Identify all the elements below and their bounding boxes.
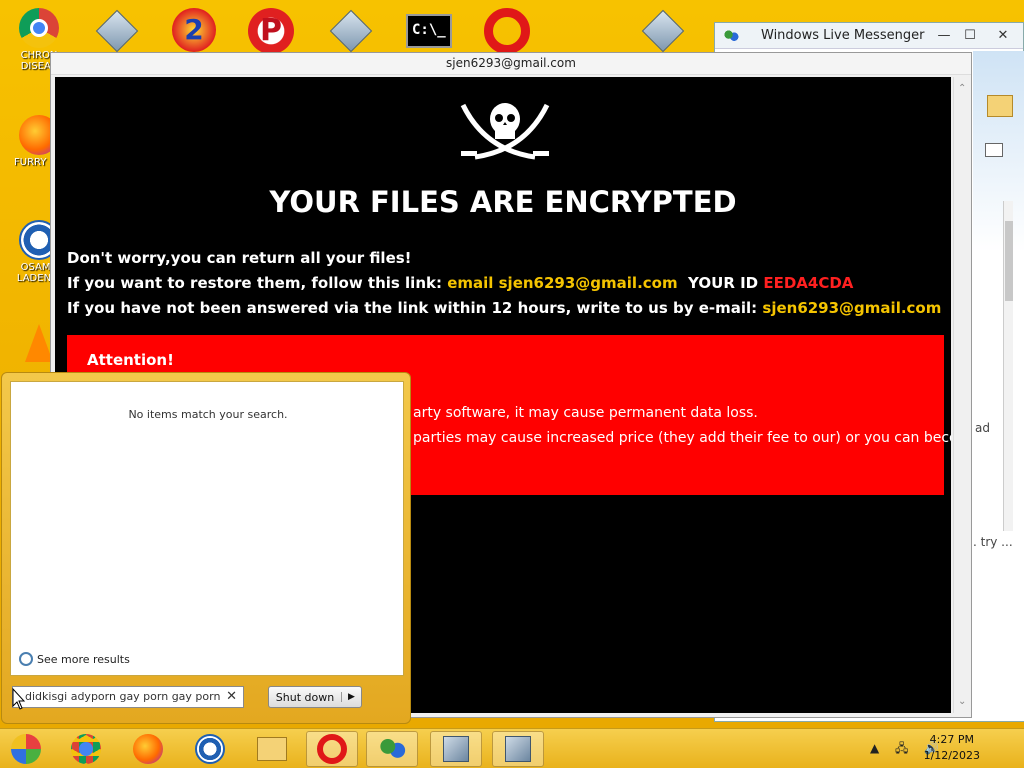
ransom-line-2-text: If you want to restore them, follow this… [67,274,448,292]
search-results-pane: No items match your search. See more res… [10,381,404,676]
see-more-label: See more results [37,652,130,666]
installer-icon [329,9,373,53]
scroll-up-icon[interactable]: ⌃ [958,83,966,94]
taskbar-messenger[interactable] [366,731,418,767]
taskbar-firefox[interactable] [122,731,174,767]
scrollbar[interactable] [1003,201,1013,531]
installer-icon [641,9,685,53]
top-icon-cmd[interactable]: C:\_ [406,8,452,54]
maximize-button[interactable]: ☐ [957,28,983,43]
taskbar-obama[interactable] [184,731,236,767]
attention-text-1: arty software, it may cause permanent da… [413,405,758,421]
ransom-headline: YOUR FILES ARE ENCRYPTED [269,185,737,219]
messenger-text-fragment: . try ... [973,535,1013,549]
taskbar-explorer[interactable] [246,731,298,767]
chrome-icon [71,734,101,764]
ransom-id-value: EEDA4CDA [763,274,854,292]
ransom-line-3: If you have not been answered via the li… [67,299,941,317]
vlc-cone-icon [25,324,53,362]
opera-icon [484,8,530,54]
messenger-title: Windows Live Messenger [761,28,925,43]
messenger-side-panel [973,51,1024,721]
messenger-text-fragment: ad [975,421,990,435]
search-input[interactable]: didkisgi adyporn gay porn gay porn ✕ [12,686,244,708]
taskbar-installer[interactable] [430,731,482,767]
top-icon-p[interactable]: P [248,8,294,54]
list-view-icon[interactable] [985,143,1003,157]
start-menu[interactable]: No items match your search. See more res… [1,372,411,724]
attention-text-2: parties may cause increased price (they … [413,430,951,446]
see-more-results-link[interactable]: See more results [19,652,130,666]
ransom-window-title: sjen6293@gmail.com [51,53,971,75]
firefox-icon [133,734,163,764]
top-icon-opera[interactable] [484,8,530,54]
shutdown-options-arrow-icon[interactable]: ▶ [341,692,361,702]
taskbar: ▲ 🖧 🔊 4:27 PM 1/12/2023 [0,728,1024,768]
no-results-text: No items match your search. [128,408,288,421]
opera-icon [317,734,347,764]
taskbar-opera[interactable] [306,731,358,767]
messenger-buddy-icon [378,736,406,762]
top-icon-installer-2[interactable] [328,8,374,54]
ransom-line-2: If you want to restore them, follow this… [67,274,853,292]
taskbar-installer-2[interactable] [492,731,544,767]
search-input-value: didkisgi adyporn gay porn gay porn [25,690,221,703]
messenger-titlebar[interactable]: Windows Live Messenger — ☐ ✕ [715,23,1023,49]
two-icon: 2 [172,8,216,52]
folder-icon [257,737,287,761]
close-button[interactable]: ✕ [983,28,1023,43]
scroll-down-icon[interactable]: ⌄ [958,696,966,707]
top-icon-two[interactable]: 2 [172,8,218,54]
ransom-scrollbar[interactable]: ⌃ ⌄ [953,77,971,713]
clock-date: 1/12/2023 [923,749,980,762]
mouse-cursor-icon [12,688,26,710]
shutdown-button[interactable]: Shut down ▶ [268,686,362,708]
start-orb-icon [11,734,41,764]
folder-icon [987,95,1013,117]
minimize-button[interactable]: — [931,28,957,43]
top-icon-installer-3[interactable] [640,8,686,54]
skull-crossed-swords-icon [460,103,550,160]
search-icon [19,652,33,666]
chrome-icon [19,8,59,48]
top-icon-installer[interactable] [94,8,140,54]
attention-title: Attention! [87,351,174,369]
installer-icon [95,9,139,53]
clock-time: 4:27 PM [929,733,974,746]
taskbar-chrome[interactable] [60,731,112,767]
ransom-email-link[interactable]: email sjen6293@gmail.com [447,274,677,292]
ransom-line-3-text: If you have not been answered via the li… [67,299,763,317]
shutdown-label: Shut down [275,690,335,704]
start-button[interactable] [0,731,52,767]
clear-search-icon[interactable]: ✕ [226,689,237,704]
taskbar-clock[interactable]: 4:27 PM 1/12/2023 [924,732,980,764]
ransom-email[interactable]: sjen6293@gmail.com [762,299,941,317]
p-icon: P [248,8,294,54]
messenger-buddy-icon [723,28,739,43]
ransom-id-label: YOUR ID [677,274,764,292]
installer-icon [443,736,469,762]
obama-logo-icon [195,734,225,764]
ransom-line-1: Don't worry,you can return all your file… [67,249,412,267]
installer-icon [505,736,531,762]
cmd-icon: C:\_ [406,14,452,48]
